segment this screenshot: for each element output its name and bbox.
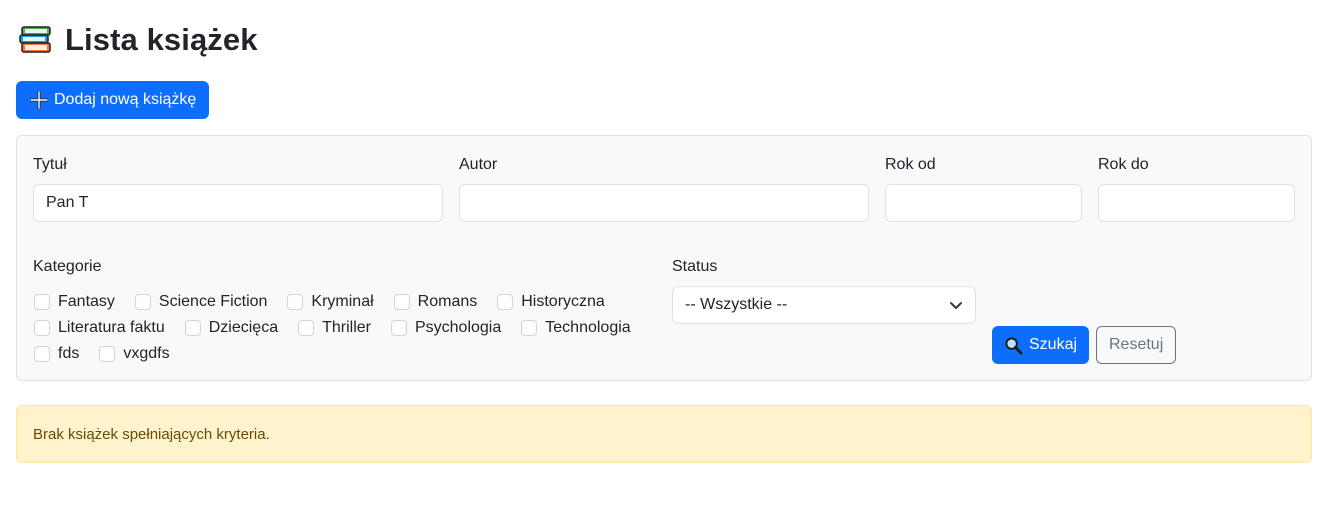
category-label: Fantasy xyxy=(58,293,115,310)
category-thriller[interactable]: Thriller xyxy=(298,319,371,337)
page-title: Lista książek xyxy=(65,22,258,57)
category-label: Literatura faktu xyxy=(58,319,165,336)
search-button[interactable]: Szukaj xyxy=(992,326,1090,364)
category-psychologia[interactable]: Psychologia xyxy=(390,319,502,337)
category-label: Science Fiction xyxy=(158,293,268,310)
filter-panel: Tytuł Autor Rok od Rok do Kategorie Fant… xyxy=(16,135,1312,381)
category-label: Romans xyxy=(417,293,478,310)
category-label: fds xyxy=(58,345,80,362)
category-technologia[interactable]: Technologia xyxy=(521,319,631,337)
title-label: Tytuł xyxy=(33,156,67,173)
checkbox[interactable] xyxy=(184,320,201,336)
status-select[interactable]: -- Wszystkie -- xyxy=(672,286,976,324)
books-icon xyxy=(19,26,51,53)
chevron-down-icon xyxy=(950,302,962,309)
add-book-button[interactable]: Dodaj nową książkę xyxy=(16,81,210,119)
search-label: Szukaj xyxy=(1029,336,1078,353)
category-label: Dziecięca xyxy=(208,319,279,336)
checkbox[interactable] xyxy=(521,320,538,336)
status-selected-value: -- Wszystkie -- xyxy=(685,296,788,313)
category-label: Kryminał xyxy=(311,293,374,310)
checkbox[interactable] xyxy=(134,294,151,310)
category-row: Literatura faktu Dziecięca Thriller Psyc… xyxy=(34,315,654,341)
category-fds[interactable]: fds xyxy=(34,345,79,363)
category-label: Psychologia xyxy=(414,319,502,336)
category-label: vxgdfs xyxy=(123,345,170,362)
reset-button[interactable]: Resetuj xyxy=(1096,326,1177,364)
year-to-input[interactable] xyxy=(1098,184,1295,222)
page-header: Lista książek xyxy=(17,22,258,58)
category-fantasy[interactable]: Fantasy xyxy=(34,293,115,311)
checkbox[interactable] xyxy=(99,346,116,362)
checkbox[interactable] xyxy=(298,320,315,336)
checkbox[interactable] xyxy=(34,294,50,310)
year-to-label: Rok do xyxy=(1098,156,1149,173)
categories-checklist: Fantasy Science Fiction Kryminał Romans … xyxy=(34,289,654,367)
checkbox[interactable] xyxy=(34,346,50,362)
checkbox[interactable] xyxy=(390,320,407,336)
category-label: Historyczna xyxy=(521,293,605,310)
year-from-label: Rok od xyxy=(885,156,936,173)
category-row: Fantasy Science Fiction Kryminał Romans … xyxy=(34,289,654,315)
category-science-fiction[interactable]: Science Fiction xyxy=(134,293,268,311)
author-input[interactable] xyxy=(459,184,869,222)
category-vxgdfs[interactable]: vxgdfs xyxy=(99,345,170,363)
status-label: Status xyxy=(672,258,718,275)
checkbox[interactable] xyxy=(34,320,50,336)
no-results-alert: Brak książek spełniających kryteria. xyxy=(16,405,1312,463)
checkbox[interactable] xyxy=(393,294,410,310)
categories-label: Kategorie xyxy=(33,258,102,275)
plus-icon xyxy=(30,91,48,109)
category-label: Thriller xyxy=(322,319,371,336)
category-kryminal[interactable]: Kryminał xyxy=(287,293,374,311)
category-row: fds vxgdfs xyxy=(34,341,654,367)
checkbox[interactable] xyxy=(497,294,514,310)
title-input[interactable] xyxy=(33,184,443,222)
checkbox[interactable] xyxy=(287,294,304,310)
category-label: Technologia xyxy=(545,319,631,336)
author-label: Autor xyxy=(459,156,498,173)
category-romans[interactable]: Romans xyxy=(393,293,478,311)
add-book-label: Dodaj nową książkę xyxy=(54,91,197,108)
search-icon xyxy=(1005,336,1023,355)
category-literatura-faktu[interactable]: Literatura faktu xyxy=(34,319,165,337)
alert-message: Brak książek spełniających kryteria. xyxy=(33,425,270,443)
category-historyczna[interactable]: Historyczna xyxy=(497,293,605,311)
category-dziecieca[interactable]: Dziecięca xyxy=(184,319,279,337)
year-from-input[interactable] xyxy=(885,184,1082,222)
